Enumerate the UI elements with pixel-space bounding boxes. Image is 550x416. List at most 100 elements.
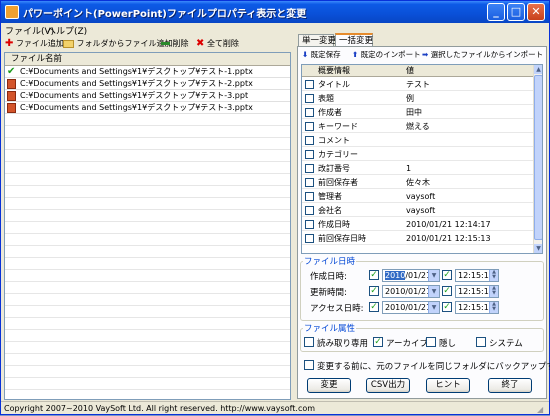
time-checkbox[interactable]: ✓ xyxy=(442,270,452,280)
property-row[interactable]: 改訂番号 1 xyxy=(302,162,534,175)
system-checkbox[interactable] xyxy=(476,337,486,347)
resize-grip-icon[interactable]: ◢ xyxy=(537,403,547,414)
close-button[interactable]: ✕ xyxy=(527,3,545,21)
title-bar[interactable]: パワーポイント(PowerPoint)ファイルプロパティ表示と変更 _ □ ✕ xyxy=(1,1,549,23)
spin-icon[interactable]: ▲ ▼ xyxy=(489,302,498,313)
property-checkbox[interactable] xyxy=(305,136,314,145)
ppt-icon xyxy=(7,103,16,113)
property-checkbox[interactable] xyxy=(305,122,314,131)
scroll-down-icon[interactable]: ▼ xyxy=(534,244,542,253)
property-row[interactable]: キーワード 燃える xyxy=(302,120,534,133)
property-row[interactable]: 作成者 田中 xyxy=(302,106,534,119)
chevron-down-icon[interactable]: ▼ xyxy=(428,286,439,297)
property-value[interactable]: 燃える xyxy=(406,120,430,133)
add-file-button[interactable]: ✚ ファイル追加 xyxy=(5,37,64,50)
exit-button[interactable]: 終了 xyxy=(488,378,532,393)
property-value[interactable]: 2010/01/21 12:15:13 xyxy=(406,232,491,245)
property-row[interactable]: 表題 例 xyxy=(302,92,534,105)
spin-icon[interactable]: ▲ ▼ xyxy=(489,270,498,281)
status-bar: Copyright 2007~2010 VaySoft Ltd. All rig… xyxy=(1,401,549,414)
property-checkbox[interactable] xyxy=(305,206,314,215)
property-checkbox[interactable] xyxy=(305,192,314,201)
hint-button[interactable]: ヒント xyxy=(426,378,470,393)
import-from-file-button[interactable]: ➡ 選択したファイルからインポート xyxy=(422,49,543,61)
file-list[interactable]: ファイル名前 ✔ C:¥Documents and Settings¥1¥デスク… xyxy=(4,52,291,400)
file-list-header[interactable]: ファイル名前 xyxy=(5,53,290,66)
file-row[interactable]: C:¥Documents and Settings¥1¥デスクトップ¥テスト-2… xyxy=(5,78,290,90)
date-picker[interactable]: 2010/01/21 ▼ xyxy=(382,269,440,282)
property-value[interactable]: 1 xyxy=(406,162,411,175)
plus-icon: ✚ xyxy=(5,38,14,49)
property-row[interactable]: タイトル テスト xyxy=(302,78,534,91)
property-name: 改訂番号 xyxy=(318,164,350,173)
delete-button[interactable]: 削除 xyxy=(161,37,189,50)
property-value[interactable]: 佐々木 xyxy=(406,176,430,189)
date-picker[interactable]: 2010/01/21 ▼ xyxy=(382,285,440,298)
properties-grid[interactable]: 概要情報 値 タイトル テスト 表題 例作成者 田中 キーワード 燃える コメント カテゴリー改… xyxy=(301,64,543,254)
grid-scrollbar[interactable]: ▲ ▼ xyxy=(533,65,542,253)
property-row[interactable]: 前回保存日時 2010/01/21 12:15:13 xyxy=(302,232,534,245)
property-row[interactable]: カテゴリー xyxy=(302,148,534,161)
time-picker[interactable]: 12:15:12 ▲ ▼ xyxy=(455,269,499,282)
property-checkbox[interactable] xyxy=(305,220,314,229)
property-row[interactable]: コメント xyxy=(302,134,534,147)
change-button[interactable]: 変更 xyxy=(307,378,351,393)
import-defaults-button[interactable]: ⬆ 既定のインポート xyxy=(352,49,421,61)
date-checkbox[interactable]: ✓ xyxy=(369,270,379,280)
time-checkbox[interactable]: ✓ xyxy=(442,286,452,296)
date-checkbox[interactable]: ✓ xyxy=(369,286,379,296)
readonly-checkbox[interactable] xyxy=(304,337,314,347)
scroll-up-icon[interactable]: ▲ xyxy=(534,65,542,74)
property-checkbox[interactable] xyxy=(305,80,314,89)
file-row[interactable]: C:¥Documents and Settings¥1¥デスクトップ¥テスト-3… xyxy=(5,90,290,102)
backup-checkbox[interactable] xyxy=(304,360,314,370)
file-row[interactable]: ✔ C:¥Documents and Settings¥1¥デスクトップ¥テスト… xyxy=(5,66,290,78)
add-from-folder-button[interactable]: フォルダからファイル追加 xyxy=(63,37,173,50)
date-label: アクセス日時: xyxy=(310,304,364,314)
folder-icon xyxy=(63,39,74,48)
x-icon: ✖ xyxy=(196,38,205,49)
chevron-down-icon[interactable]: ▼ xyxy=(428,270,439,281)
property-checkbox[interactable] xyxy=(305,108,314,117)
property-row[interactable]: 作成日時 2010/01/21 12:14:17 xyxy=(302,218,534,231)
grid-header-value[interactable]: 値 xyxy=(406,65,414,77)
property-row[interactable]: 会社名 vaysoft xyxy=(302,204,534,217)
check-icon: ✔ xyxy=(7,66,16,77)
property-value[interactable]: vaysoft xyxy=(406,190,435,203)
csv-export-button[interactable]: CSV出力 xyxy=(366,378,410,393)
file-row[interactable]: C:¥Documents and Settings¥1¥デスクトップ¥テスト-3… xyxy=(5,102,290,114)
empty-row xyxy=(5,126,290,138)
save-defaults-button[interactable]: ⬇ 既定保存 xyxy=(302,49,341,61)
property-row[interactable]: 前回保存者 佐々木 xyxy=(302,176,534,189)
tab-batch-change[interactable]: 一括変更 xyxy=(335,33,373,47)
menu-help[interactable]: ヘルプ(Z) xyxy=(47,24,87,37)
property-checkbox[interactable] xyxy=(305,234,314,243)
property-checkbox[interactable] xyxy=(305,150,314,159)
property-value[interactable]: 2010/01/21 12:14:17 xyxy=(406,218,491,231)
property-value[interactable]: テスト xyxy=(406,78,430,91)
property-value[interactable]: vaysoft xyxy=(406,204,435,217)
archive-checkbox[interactable]: ✓ xyxy=(373,337,383,347)
main-window: パワーポイント(PowerPoint)ファイルプロパティ表示と変更 _ □ ✕ … xyxy=(0,0,550,415)
hidden-checkbox[interactable] xyxy=(426,337,436,347)
property-checkbox[interactable] xyxy=(305,94,314,103)
date-year-selected: 2010 xyxy=(385,271,406,280)
minimize-button[interactable]: _ xyxy=(487,3,505,21)
date-picker[interactable]: 2010/01/21 ▼ xyxy=(382,301,440,314)
chevron-down-icon[interactable]: ▼ xyxy=(428,302,439,313)
time-picker[interactable]: 12:15:13 ▲ ▼ xyxy=(455,285,499,298)
property-value[interactable]: 田中 xyxy=(406,106,422,119)
property-value[interactable]: 例 xyxy=(406,92,414,105)
time-picker[interactable]: 12:15:13 ▲ ▼ xyxy=(455,301,499,314)
maximize-button[interactable]: □ xyxy=(507,3,525,21)
spin-icon[interactable]: ▲ ▼ xyxy=(489,286,498,297)
property-checkbox[interactable] xyxy=(305,178,314,187)
time-checkbox[interactable]: ✓ xyxy=(442,302,452,312)
property-name: 会社名 xyxy=(318,206,342,215)
property-row[interactable]: 管理者 vaysoft xyxy=(302,190,534,203)
scroll-thumb[interactable] xyxy=(534,75,542,240)
date-checkbox[interactable]: ✓ xyxy=(369,302,379,312)
property-checkbox[interactable] xyxy=(305,164,314,173)
delete-all-button[interactable]: ✖ 全て削除 xyxy=(196,37,239,50)
grid-header-name[interactable]: 概要情報 xyxy=(318,65,350,77)
